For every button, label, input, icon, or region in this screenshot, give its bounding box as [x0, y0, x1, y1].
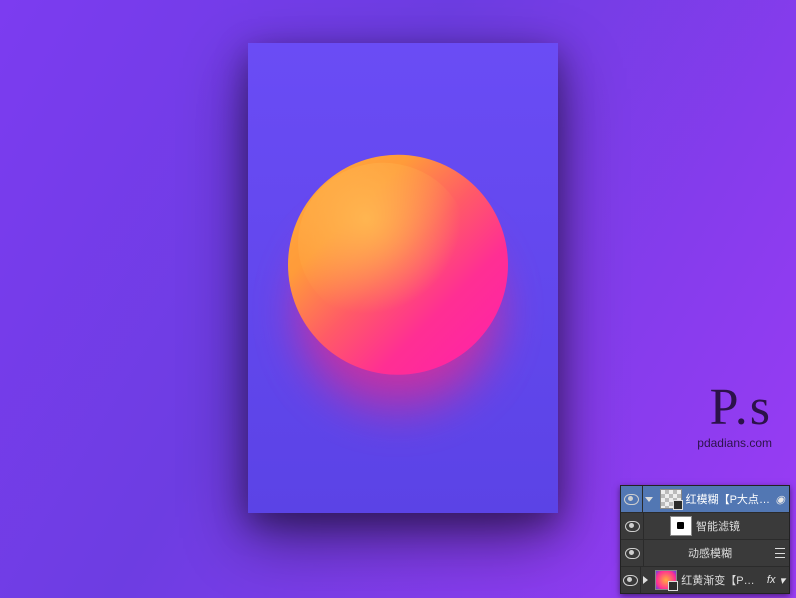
- layer-options[interactable]: ◉: [775, 493, 789, 506]
- fx-badge[interactable]: fx: [767, 574, 776, 586]
- circle-highlight: [298, 163, 468, 323]
- disclosure-triangle-icon[interactable]: [645, 497, 653, 502]
- filter-settings-icon: [775, 547, 785, 559]
- eye-icon: [623, 575, 638, 586]
- filter-settings-button[interactable]: [775, 547, 789, 559]
- eye-icon: [625, 548, 640, 559]
- watermark-logo: P.s: [622, 382, 772, 434]
- disclosure-triangle-icon[interactable]: [643, 576, 648, 584]
- smart-object-badge-icon: [668, 581, 678, 591]
- gradient-sphere: [288, 155, 518, 435]
- watermark-url: pdadians.com: [622, 436, 772, 450]
- visibility-toggle[interactable]: [621, 513, 644, 539]
- workspace: P.s pdadians.com 红模糊【P大点S】 ◉ 智能滤镜: [0, 0, 796, 598]
- layers-panel[interactable]: 红模糊【P大点S】 ◉ 智能滤镜 动感模糊: [620, 485, 790, 594]
- watermark: P.s pdadians.com: [622, 382, 772, 450]
- layer-name[interactable]: 红黄渐变【P大点...: [681, 572, 767, 588]
- eye-icon: [624, 494, 639, 505]
- layer-row[interactable]: 红黄渐变【P大点... fx ▾: [621, 567, 789, 593]
- visibility-toggle[interactable]: [621, 486, 643, 512]
- visibility-toggle[interactable]: [621, 567, 641, 593]
- gradient-circle: [288, 155, 508, 375]
- layer-row[interactable]: 红模糊【P大点S】 ◉: [621, 486, 789, 513]
- eye-icon: [625, 521, 640, 532]
- filter-name[interactable]: 动感模糊: [688, 545, 775, 561]
- layer-thumbnail[interactable]: [655, 570, 677, 590]
- layer-row[interactable]: 动感模糊: [621, 540, 789, 567]
- layer-thumbnail[interactable]: [660, 489, 682, 509]
- filter-mask-thumbnail[interactable]: [670, 516, 692, 536]
- visibility-toggle[interactable]: [621, 540, 644, 566]
- chevron-down-icon[interactable]: ▾: [779, 574, 785, 587]
- layer-name[interactable]: 红模糊【P大点S】: [686, 491, 776, 507]
- poster-canvas: [248, 43, 558, 513]
- filter-group-label: 智能滤镜: [696, 518, 789, 534]
- smart-object-badge-icon: [673, 500, 683, 510]
- layer-row[interactable]: 智能滤镜: [621, 513, 789, 540]
